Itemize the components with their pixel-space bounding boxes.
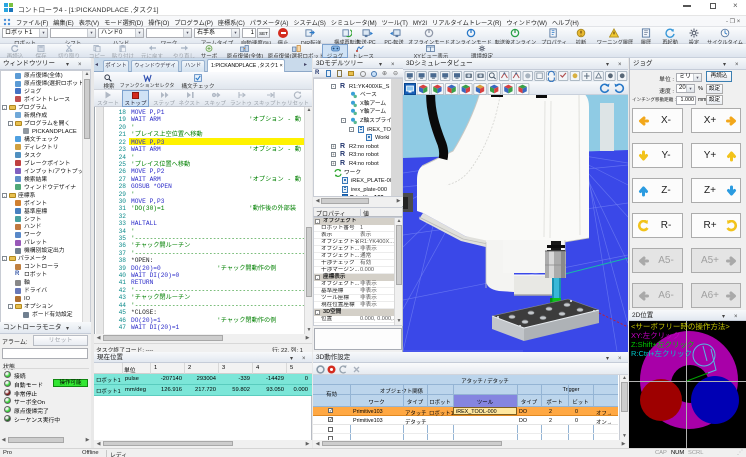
svg-text:Z:Shift+左クリック: Z:Shift+左クリック (631, 339, 695, 349)
svg-text:<サーボフリー時の操作方法>: <サーボフリー時の操作方法> (631, 321, 730, 331)
svg-text:XY:左クリック: XY:左クリック (631, 330, 680, 340)
svg-text:R:Ctrl+左クリック: R:Ctrl+左クリック (631, 348, 692, 358)
